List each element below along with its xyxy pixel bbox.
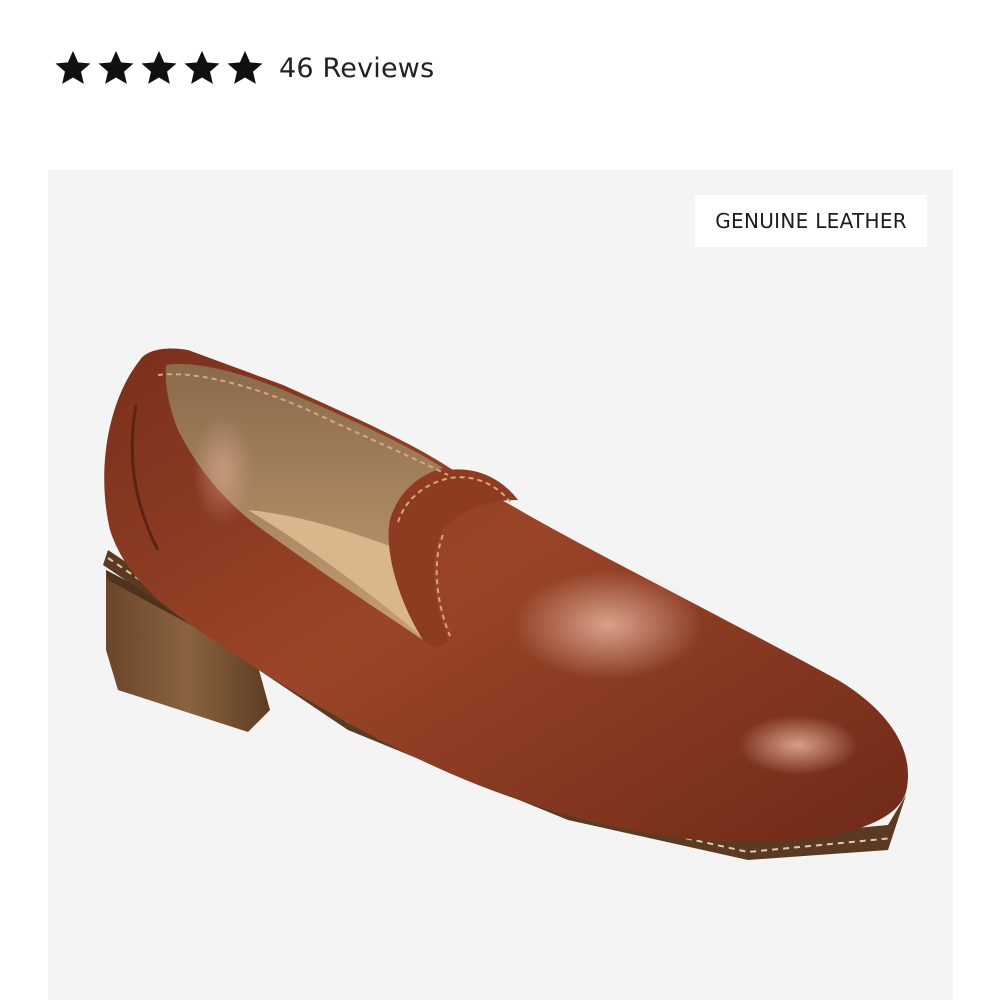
star-icon xyxy=(95,47,137,89)
star-icon xyxy=(224,47,266,89)
star-icon xyxy=(181,47,223,89)
genuine-leather-badge: GENUINE LEATHER xyxy=(695,195,927,247)
rating-summary[interactable]: 46 Reviews xyxy=(52,44,434,92)
star-icon xyxy=(52,47,94,89)
product-image xyxy=(103,348,909,860)
product-image-gallery[interactable]: GENUINE LEATHER xyxy=(48,170,953,1000)
reviews-count-link[interactable]: 46 Reviews xyxy=(279,53,434,84)
star-icon xyxy=(138,47,180,89)
star-rating xyxy=(52,47,266,89)
